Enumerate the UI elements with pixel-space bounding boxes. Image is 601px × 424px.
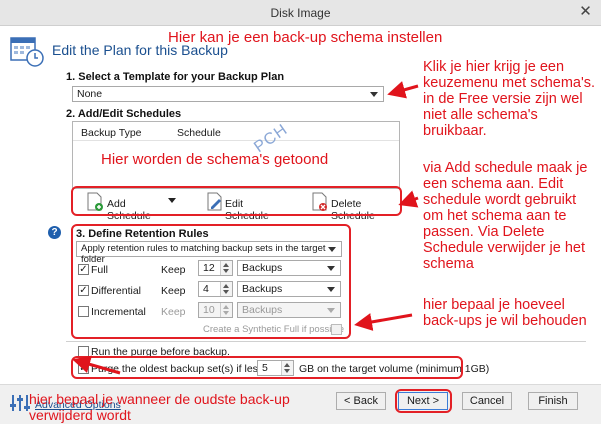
help-icon[interactable]: ? <box>48 226 61 239</box>
cancel-button[interactable]: Cancel <box>462 392 512 410</box>
close-icon: ✕ <box>579 3 592 20</box>
annotation-top: Hier kan je een back-up schema instellen <box>168 29 443 46</box>
section-schedules-title: 2. Add/Edit Schedules <box>66 108 182 120</box>
arrow-template <box>387 81 419 99</box>
sliders-icon[interactable] <box>9 393 31 413</box>
template-value: None <box>77 88 103 100</box>
divider <box>66 341 586 342</box>
close-button[interactable]: ✕ <box>572 1 599 23</box>
annotation-purge: hier bepaal je wanneer de oudste back-up… <box>29 391 290 423</box>
finish-button[interactable]: Finish <box>528 392 578 410</box>
arrow-schedule <box>398 190 419 208</box>
annotation-box-purge <box>71 356 463 379</box>
annotation-schedule: via Add schedule maak je een schema aan.… <box>423 160 588 272</box>
annotation-list: Hier worden de schema's getoond <box>101 151 329 168</box>
annotation-box-retention <box>71 224 351 339</box>
annotation-template: Klik je hier krijg je een keuzemenu met … <box>423 59 596 139</box>
chevron-down-icon <box>370 92 378 97</box>
column-backup-type[interactable]: Backup Type <box>81 127 142 139</box>
annotation-retention: hier bepaal je hoeveel back-ups je wil b… <box>423 297 587 329</box>
arrow-retention <box>354 313 413 331</box>
annotation-box-schedule-buttons <box>71 186 402 216</box>
column-schedule[interactable]: Schedule <box>177 127 221 139</box>
calendar-clock-icon <box>10 37 44 67</box>
annotation-box-next <box>395 389 452 413</box>
template-dropdown[interactable]: None <box>72 86 384 102</box>
window-title: Disk Image <box>270 6 331 20</box>
section-template-title: 1. Select a Template for your Backup Pla… <box>66 71 285 83</box>
title-bar: Disk Image <box>0 0 601 26</box>
